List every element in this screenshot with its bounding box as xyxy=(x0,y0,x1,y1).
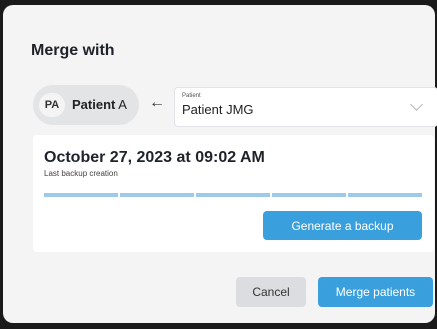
merge-patients-button[interactable]: Merge patients xyxy=(318,277,433,307)
avatar: PA xyxy=(39,93,65,117)
select-value: Patient JMG xyxy=(182,102,254,117)
merge-dialog: Merge with PA Patient A ← Patient Patien… xyxy=(3,5,437,323)
source-patient-chip: PA Patient A xyxy=(33,85,139,125)
progress-segment xyxy=(196,193,270,197)
cancel-button[interactable]: Cancel xyxy=(236,277,306,307)
generate-backup-button[interactable]: Generate a backup xyxy=(263,211,422,240)
left-arrow-icon: ← xyxy=(149,94,165,111)
target-patient-select[interactable]: Patient Patient JMG xyxy=(174,87,437,127)
dialog-title: Merge with xyxy=(31,42,115,59)
progress-segment xyxy=(272,193,346,197)
backup-caption: Last backup creation xyxy=(44,169,118,178)
progress-segment xyxy=(44,193,118,197)
source-patient-name-rest: A xyxy=(115,97,127,112)
backup-progress-bar xyxy=(44,193,422,197)
source-patient-name: Patient A xyxy=(72,97,127,112)
source-patient-name-bold: Patient xyxy=(72,97,116,112)
progress-segment xyxy=(120,193,194,197)
progress-segment xyxy=(348,193,422,197)
chevron-down-icon[interactable] xyxy=(410,98,423,111)
select-caption: Patient xyxy=(182,93,201,99)
backup-date: October 27, 2023 at 09:02 AM xyxy=(44,149,265,166)
